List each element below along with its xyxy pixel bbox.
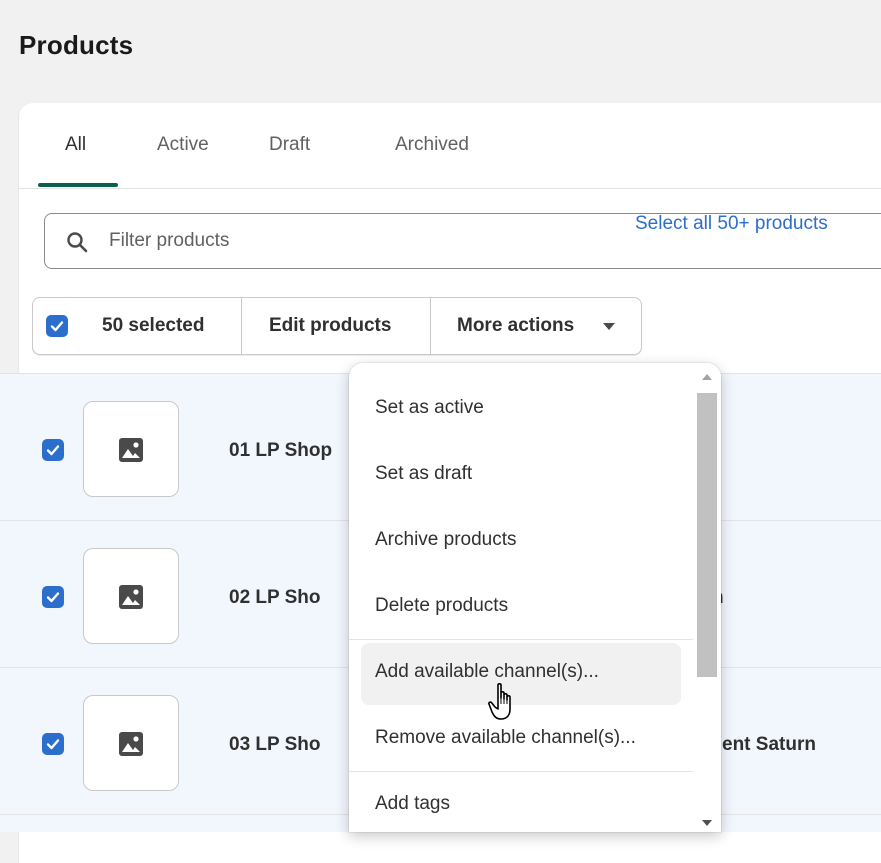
- active-tab-indicator: [38, 183, 118, 187]
- tab-archived[interactable]: Archived: [395, 134, 469, 156]
- scroll-up-arrow-icon[interactable]: [702, 374, 712, 380]
- edit-products-button[interactable]: Edit products: [241, 298, 431, 354]
- checkbox-checked-icon: [50, 321, 64, 332]
- menu-item-set-as-draft[interactable]: Set as draft: [361, 445, 681, 507]
- tab-bar: All Active Draft Archived: [19, 103, 881, 189]
- menu-divider: [349, 771, 694, 772]
- row-checkbox[interactable]: [42, 586, 64, 608]
- menu-item-add-available-channels[interactable]: Add available channel(s)...: [361, 643, 681, 705]
- bulk-actions-bar: 50 selected Edit products More actions: [32, 297, 642, 355]
- menu-item-label: Archive products: [375, 529, 517, 550]
- select-all-checkbox[interactable]: [46, 315, 68, 337]
- more-actions-button[interactable]: More actions: [430, 298, 642, 354]
- scroll-down-arrow-icon[interactable]: [702, 820, 712, 826]
- hand-pointer-cursor-icon: [488, 683, 511, 720]
- menu-item-remove-available-channels[interactable]: Remove available channel(s)...: [361, 709, 681, 771]
- product-thumbnail[interactable]: [83, 401, 179, 497]
- menu-item-delete-products[interactable]: Delete products: [361, 577, 681, 639]
- edit-products-label: Edit products: [269, 315, 392, 336]
- tab-all[interactable]: All: [65, 134, 86, 156]
- menu-item-label: Add tags: [375, 793, 450, 814]
- select-all-products-link[interactable]: Select all 50+ products: [635, 213, 828, 235]
- menu-item-label: Set as draft: [375, 463, 473, 484]
- image-placeholder-icon: [119, 732, 143, 756]
- scrollbar-thumb[interactable]: [697, 393, 717, 677]
- checkbox-checked-icon: [46, 739, 60, 750]
- menu-item-set-as-active[interactable]: Set as active: [361, 379, 681, 441]
- menu-item-label: Add available channel(s)...: [375, 661, 599, 682]
- menu-scrollbar[interactable]: [693, 363, 721, 832]
- menu-item-label: Remove available channel(s)...: [375, 727, 636, 748]
- product-title[interactable]: 02 LP Sho: [229, 587, 321, 609]
- product-title[interactable]: 03 LP Sho: [229, 734, 321, 756]
- product-thumbnail[interactable]: [83, 548, 179, 644]
- checkbox-checked-icon: [46, 445, 60, 456]
- tab-active[interactable]: Active: [157, 134, 209, 156]
- more-actions-menu: Set as active Set as draft Archive produ…: [349, 363, 721, 832]
- menu-item-label: Set as active: [375, 397, 484, 418]
- image-placeholder-icon: [119, 585, 143, 609]
- menu-item-archive-products[interactable]: Archive products: [361, 511, 681, 573]
- menu-divider: [349, 639, 694, 640]
- product-title-continued: ent Saturn: [722, 734, 816, 755]
- image-placeholder-icon: [119, 438, 143, 462]
- menu-item-label: Delete products: [375, 595, 509, 616]
- selected-count-label: 50 selected: [102, 315, 205, 336]
- checkbox-checked-icon: [46, 592, 60, 603]
- row-checkbox[interactable]: [42, 439, 64, 461]
- product-title[interactable]: 01 LP Shop: [229, 440, 332, 462]
- search-icon: [67, 232, 88, 253]
- tab-draft[interactable]: Draft: [269, 134, 310, 156]
- more-actions-label: More actions: [457, 315, 575, 336]
- selected-count-segment[interactable]: 50 selected: [33, 298, 241, 354]
- product-thumbnail[interactable]: [83, 695, 179, 791]
- chevron-down-icon: [603, 323, 615, 330]
- row-checkbox[interactable]: [42, 733, 64, 755]
- page-title: Products: [19, 30, 134, 60]
- menu-item-add-tags[interactable]: Add tags: [361, 775, 681, 832]
